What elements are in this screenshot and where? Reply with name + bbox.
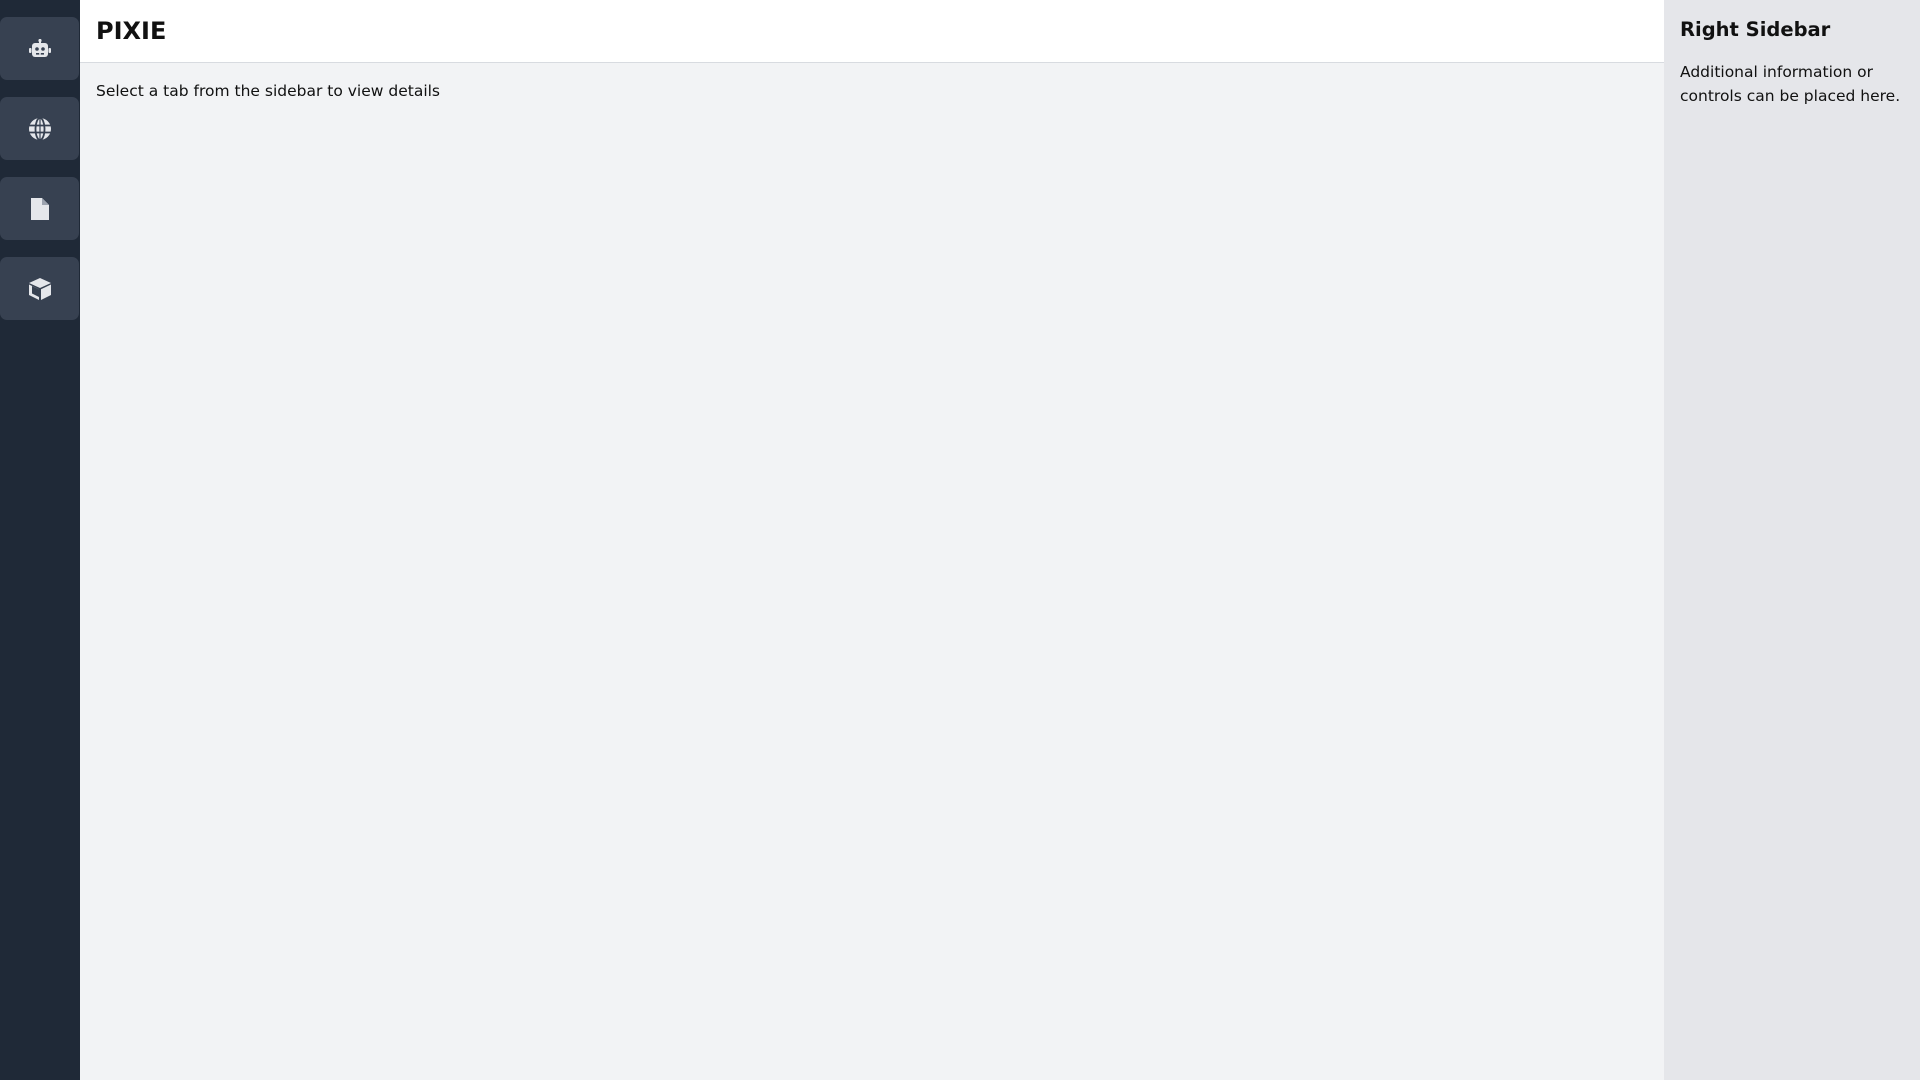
cube-icon (28, 277, 52, 301)
nav-tab-cube[interactable] (0, 257, 79, 320)
globe-icon (28, 116, 52, 141)
page-title: PIXIE (96, 17, 167, 45)
main-panel: PIXIE Select a tab from the sidebar to v… (80, 0, 1664, 1080)
nav-tab-file[interactable] (0, 177, 79, 240)
nav-tab-robot[interactable] (0, 17, 79, 80)
app-window: PIXIE Select a tab from the sidebar to v… (0, 0, 1920, 1080)
nav-tab-globe[interactable] (0, 97, 79, 160)
left-nav (0, 0, 80, 1080)
right-sidebar: Right Sidebar Additional information or … (1664, 0, 1920, 1080)
header: PIXIE (80, 0, 1664, 63)
file-icon (30, 197, 50, 221)
right-sidebar-title: Right Sidebar (1680, 18, 1831, 41)
empty-state-message: Select a tab from the sidebar to view de… (96, 82, 441, 100)
right-sidebar-description: Additional information or controls can b… (1680, 63, 1901, 105)
robot-icon (28, 38, 52, 59)
main-content: Select a tab from the sidebar to view de… (80, 63, 1664, 1080)
